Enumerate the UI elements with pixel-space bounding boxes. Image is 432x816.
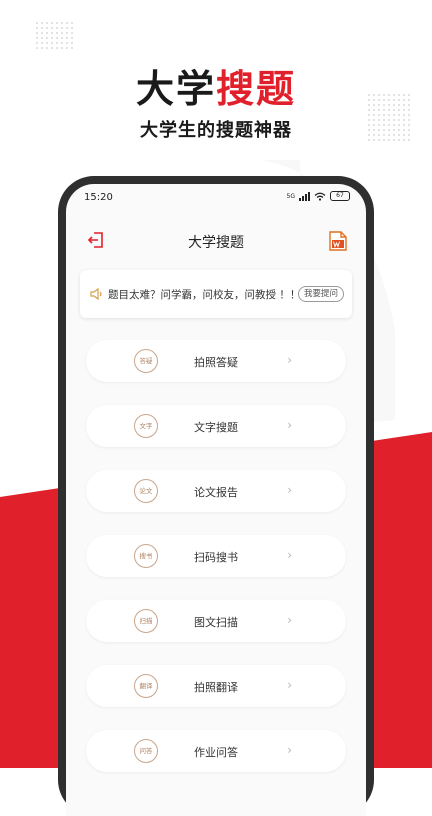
ask-question-button[interactable]: 我要提问	[297, 286, 344, 302]
dot	[71, 32, 73, 34]
hero-title: 大学搜题	[0, 58, 432, 113]
menu-item-image-scan[interactable]: 扫描 图文扫描 ›	[86, 600, 346, 642]
dot	[56, 42, 58, 44]
dot	[61, 42, 63, 44]
hero-title-accent: 搜题	[216, 67, 297, 111]
dot	[41, 47, 43, 49]
dot	[56, 32, 58, 34]
menu-item-scan-book[interactable]: 搜书 扫码搜书 ›	[86, 535, 346, 577]
speaker-icon	[90, 287, 102, 301]
chevron-right-icon: ›	[287, 548, 292, 562]
menu-item-label: 拍照答疑	[194, 356, 238, 369]
notice-banner: 题目太难？问学霸，问校友，问教授 ！！ 我要提问	[80, 270, 352, 318]
dot	[41, 42, 43, 44]
dot	[71, 37, 73, 39]
dot	[61, 27, 63, 29]
dot	[41, 32, 43, 34]
dot	[51, 42, 53, 44]
menu-item-label: 作业问答	[194, 746, 238, 759]
dot	[56, 47, 58, 49]
dot	[36, 47, 38, 49]
dot	[46, 27, 48, 29]
phone-screen: 15:20 5G 67 大学搜题 题目太难？问学霸，问校友，问教授 ！！ 我要提…	[66, 184, 366, 816]
menu-item-paper-report[interactable]: 论文 论文报告 ›	[86, 470, 346, 512]
dot	[46, 32, 48, 34]
network-label: 5G	[286, 192, 295, 200]
dot	[51, 27, 53, 29]
chevron-right-icon: ›	[287, 743, 292, 757]
dot	[66, 37, 68, 39]
wifi-icon	[314, 192, 326, 201]
menu-item-text-search[interactable]: 文字 文字搜题 ›	[86, 405, 346, 447]
chevron-right-icon: ›	[287, 613, 292, 627]
menu-item-label: 文字搜题	[194, 421, 238, 434]
dot	[36, 22, 38, 24]
dot	[61, 47, 63, 49]
dot	[61, 22, 63, 24]
chevron-right-icon: ›	[287, 678, 292, 692]
status-bar: 15:20 5G 67	[66, 184, 366, 208]
chevron-right-icon: ›	[287, 483, 292, 497]
dot	[66, 27, 68, 29]
menu-item-label: 图文扫描	[194, 616, 238, 629]
dot	[56, 37, 58, 39]
dot	[51, 37, 53, 39]
status-time: 15:20	[84, 192, 113, 203]
dot	[46, 37, 48, 39]
status-icons: 5G 67	[287, 191, 350, 201]
dot	[41, 22, 43, 24]
phone-frame: 15:20 5G 67 大学搜题 题目太难？问学霸，问校友，问教授 ！！ 我要提…	[58, 176, 374, 816]
dot	[61, 37, 63, 39]
dot	[36, 27, 38, 29]
chevron-right-icon: ›	[287, 353, 292, 367]
dot	[61, 32, 63, 34]
chevron-right-icon: ›	[287, 418, 292, 432]
dot	[46, 47, 48, 49]
dot	[36, 32, 38, 34]
dot	[71, 22, 73, 24]
menu-item-label: 拍照翻译	[194, 681, 238, 694]
dot	[66, 32, 68, 34]
dot	[66, 47, 68, 49]
menu-item-photo-translate[interactable]: 翻译 拍照翻译 ›	[86, 665, 346, 707]
dot	[71, 27, 73, 29]
hero-subtitle: 大学生的搜题神器	[140, 120, 292, 141]
dot	[46, 22, 48, 24]
dot	[71, 47, 73, 49]
dot	[41, 37, 43, 39]
app-header: 大学搜题	[66, 224, 366, 258]
hero-title-main: 大学	[135, 67, 216, 111]
menu-item-photo-answer[interactable]: 答疑 拍照答疑 ›	[86, 340, 346, 382]
dot	[71, 42, 73, 44]
dot	[66, 42, 68, 44]
dot	[51, 47, 53, 49]
page-title: 大学搜题	[188, 235, 244, 251]
dot	[46, 42, 48, 44]
signal-icon	[299, 191, 310, 201]
word-document-icon[interactable]	[328, 230, 348, 252]
menu-item-label: 扫码搜书	[194, 551, 238, 564]
dot	[36, 37, 38, 39]
dot	[51, 22, 53, 24]
dot	[41, 27, 43, 29]
dot	[66, 22, 68, 24]
notice-text: 题目太难？问学霸，问校友，问教授 ！！	[108, 289, 301, 301]
battery-icon: 67	[330, 191, 350, 201]
dot	[56, 27, 58, 29]
menu-item-homework-qa[interactable]: 问答 作业问答 ›	[86, 730, 346, 772]
dot	[36, 42, 38, 44]
dot	[56, 22, 58, 24]
dot	[51, 32, 53, 34]
menu-item-label: 论文报告	[194, 486, 238, 499]
